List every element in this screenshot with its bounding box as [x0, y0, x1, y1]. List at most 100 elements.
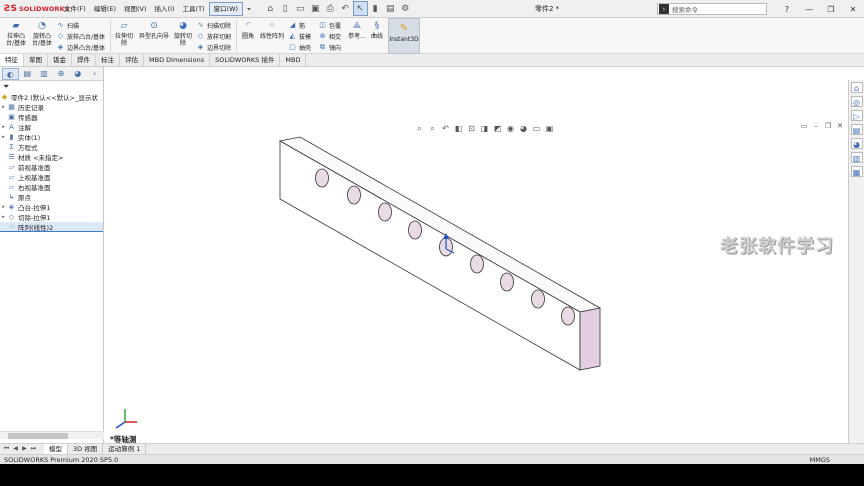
tab-solidworks-addins[interactable]: SOLIDWORKS 插件 [210, 54, 281, 66]
restore-icon[interactable]: ❐ [820, 5, 842, 14]
tab-mbd[interactable]: MBD [280, 54, 307, 66]
menu-tools[interactable]: 工具(T) [179, 0, 209, 18]
revolve-cut-button[interactable]: ◕ 旋转切 除 [172, 21, 194, 47]
tree-item-origin[interactable]: ↳ 原点 [0, 192, 103, 202]
tree-item-linear-pattern2[interactable]: ⁘ 阵列(线性)2 [0, 222, 103, 232]
undo-icon[interactable]: ↶ [338, 1, 353, 16]
viewport-minimize-icon[interactable]: – [810, 122, 822, 130]
open-folder-icon[interactable]: ▭ [293, 1, 308, 16]
view-settings-icon[interactable]: ▣ [543, 124, 556, 134]
tree-item-material[interactable]: ☰ 材质 <未指定> [0, 152, 103, 162]
appearance-icon[interactable]: ◕ [517, 124, 530, 134]
design-library-icon[interactable]: ◎ [850, 96, 863, 107]
tab-3d-views[interactable]: 3D 视图 [68, 444, 104, 454]
feature-tree-scrollbar[interactable] [0, 431, 104, 439]
file-explorer-icon[interactable]: ▷ [850, 110, 863, 121]
tree-item-boss-extrude1[interactable]: ▸ ◈ 凸台-拉伸1 [0, 202, 103, 212]
boundary-boss-button[interactable]: ◈ 边界凸台/基体 [56, 42, 105, 52]
next-tab-icon[interactable]: ▶ [20, 445, 29, 453]
appearances-scenes-icon[interactable]: ◕ [850, 138, 863, 149]
help-icon[interactable]: ? [776, 5, 798, 14]
search-commands[interactable]: › 搜索命令 [657, 3, 767, 15]
sweep-button[interactable]: ∿ 扫描 [56, 20, 79, 30]
search-input[interactable]: 搜索命令 [672, 4, 698, 14]
tree-item-annotations[interactable]: ▸ A 注解 [0, 122, 103, 132]
viewport-close-icon[interactable]: ✕ [834, 122, 846, 130]
hide-show-items-icon[interactable]: ◉ [504, 124, 517, 134]
tree-root[interactable]: ◆ 零件2 (默认<<默认>_显示状 [0, 92, 103, 102]
tree-item-cut-extrude1[interactable]: ▸ ◇ 切除-拉伸1 [0, 212, 103, 222]
wrap-button[interactable]: ◫ 包覆 [318, 20, 341, 30]
options-gear-icon[interactable]: ⚙ [398, 1, 413, 16]
close-icon[interactable]: ✕ [842, 5, 864, 14]
configuration-manager-icon[interactable]: ▥ [36, 68, 53, 80]
extrude-cut-button[interactable]: ▱ 拉伸切 除 [113, 21, 135, 47]
tree-item-solid-bodies[interactable]: ▸ ▮ 实体(1) [0, 132, 103, 142]
tab-evaluate[interactable]: 评估 [120, 54, 144, 66]
menu-view[interactable]: 视图(V) [120, 0, 151, 18]
previous-tab-icon[interactable]: ◀ [11, 445, 20, 453]
revolve-boss-button[interactable]: ◔ 旋转凸 台/基体 [30, 21, 54, 47]
tab-weldments[interactable]: 焊件 [72, 54, 96, 66]
tree-item-history[interactable]: ▸ ▦ 历史记录 [0, 102, 103, 112]
scrollbar-thumb[interactable] [8, 433, 68, 439]
file-properties-icon[interactable]: ▤ [383, 1, 398, 16]
shell-button[interactable]: ▢ 抽壳 [288, 42, 311, 52]
rib-button[interactable]: ◢ 筋 [288, 20, 305, 30]
viewport-restore-icon[interactable]: ❐ [822, 122, 834, 130]
scene-icon[interactable]: ▭ [530, 124, 543, 134]
select-arrow-icon[interactable]: ↖ [352, 1, 368, 16]
display-manager-icon[interactable]: ◕ [69, 68, 86, 80]
home-icon[interactable]: ⌂ [263, 1, 278, 16]
last-tab-icon[interactable]: ⏭ [29, 445, 38, 453]
fillet-button[interactable]: ◜ 圆角 [239, 21, 257, 40]
hole-wizard-button[interactable]: ⊙ 异型孔向导 [137, 21, 171, 40]
dynamic-annotation-icon[interactable]: ⊡ [465, 124, 478, 134]
zoom-area-icon[interactable]: ⌕ [426, 124, 439, 134]
solidworks-resources-icon[interactable]: ⌂ [850, 82, 863, 93]
tab-motion-study[interactable]: 运动算例 1 [103, 444, 147, 454]
sweep-cut-button[interactable]: ∿ 扫描切除 [196, 20, 231, 30]
unit-system[interactable]: MMGS [810, 456, 830, 464]
zoom-to-fit-icon[interactable]: ⌕ [413, 124, 426, 134]
tab-features[interactable]: 特征 [0, 54, 24, 66]
draft-button[interactable]: ◭ 拔模 [288, 31, 311, 41]
solidworks-logo[interactable]: ƧS SOLIDWORKS [0, 0, 69, 18]
mirror-button[interactable]: ⧉ 镜向 [318, 42, 341, 52]
solidworks-forum-icon[interactable]: ▦ [850, 166, 863, 177]
print-icon[interactable]: ⎙ [323, 1, 338, 16]
expand-arrow-icon[interactable]: › [86, 68, 103, 80]
new-document-icon[interactable]: ▯ [278, 1, 293, 16]
tree-item-right-plane[interactable]: ▱ 右视基准面 [0, 182, 103, 192]
minimize-icon[interactable]: — [798, 5, 820, 14]
rebuild-icon[interactable]: ▮ [368, 1, 383, 16]
menu-insert[interactable]: 插入(I) [151, 0, 179, 18]
tree-item-front-plane[interactable]: ▱ 前视基准面 [0, 162, 103, 172]
menu-file[interactable]: 文件(F) [60, 0, 90, 18]
first-tab-icon[interactable]: ⏮ [2, 445, 11, 453]
tab-sketch[interactable]: 草图 [24, 54, 48, 66]
custom-properties-icon[interactable]: ▥ [850, 152, 863, 163]
section-view-icon[interactable]: ◧ [452, 124, 465, 134]
view-orientation-icon[interactable]: ◨ [478, 124, 491, 134]
previous-view-icon[interactable]: ↶ [439, 124, 452, 134]
instant3d-button[interactable]: ✎ Instant3D [388, 18, 420, 54]
filter-icon[interactable]: ⏷ [0, 81, 103, 92]
intersect-button[interactable]: ⊗ 相交 [318, 31, 341, 41]
viewport-split-icon[interactable]: ▭ [798, 122, 810, 130]
boundary-cut-button[interactable]: ◈ 边界切除 [196, 42, 231, 52]
loft-cut-button[interactable]: ◇ 放样切割 [196, 31, 231, 41]
extrude-boss-button[interactable]: ▰ 拉伸凸 台/基体 [4, 21, 28, 47]
reference-geometry-button[interactable]: ⟁ 参考... [346, 21, 368, 40]
property-manager-icon[interactable]: ▤ [19, 68, 36, 80]
tab-model[interactable]: 模型 [44, 444, 68, 454]
menu-edit[interactable]: 编辑(E) [90, 0, 120, 18]
tree-item-sensors[interactable]: ▣ 传感器 [0, 112, 103, 122]
tree-item-equations[interactable]: Σ 方程式 [0, 142, 103, 152]
loft-button[interactable]: ◇ 放样凸台/基体 [56, 31, 105, 41]
linear-pattern-button[interactable]: ⁘ 线性阵列 [258, 21, 286, 40]
view-palette-icon[interactable]: ▤ [850, 124, 863, 135]
tree-item-top-plane[interactable]: ▱ 上视基准面 [0, 172, 103, 182]
tab-sheet-metal[interactable]: 钣金 [48, 54, 72, 66]
feature-manager-icon[interactable]: ◐ [2, 67, 19, 80]
